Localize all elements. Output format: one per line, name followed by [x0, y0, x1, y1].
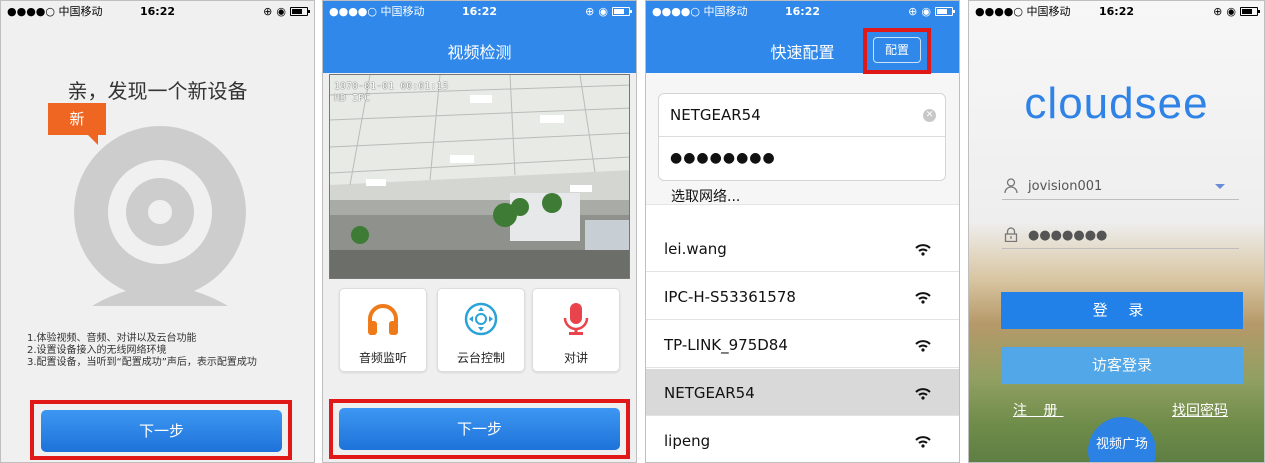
status-icons: ⊕ ◉: [1213, 4, 1260, 18]
carrier-label: ●●●●○ 中国移动: [652, 5, 748, 18]
alarm-icon: ◉: [921, 4, 931, 18]
step-1: 1.体验视频、音频、对讲以及云台功能: [27, 333, 197, 344]
lock-icon: [1004, 227, 1018, 246]
video-osd: 1970-01-01 00:01:15 HD IPC: [334, 81, 448, 105]
page-title: 视频检测: [447, 43, 512, 62]
step-3: 3.配置设备，当听到“配置成功”声后，表示配置成功: [27, 357, 257, 368]
next-button[interactable]: 下一步: [41, 410, 282, 452]
camera-illustration-icon: [74, 126, 246, 310]
app-logo: cloudsee: [1024, 79, 1209, 128]
password-field[interactable]: ●●●●●●●: [1002, 225, 1239, 249]
status-bar: ●●●●○ 中国移动 16:22 ⊕ ◉: [646, 1, 959, 21]
ssid-field[interactable]: NETGEAR54: [659, 94, 945, 137]
status-time: 16:22: [461, 4, 498, 18]
password-field[interactable]: ●●●●●●●●: [659, 137, 945, 180]
alarm-icon: ◉: [276, 4, 286, 18]
osd-label: HD IPC: [334, 93, 371, 104]
carrier-label: ●●●●○ 中国移动: [975, 5, 1071, 18]
login-screen: ●●●●○ 中国移动 16:22 ⊕ ◉ cloudsee jovision00…: [968, 0, 1265, 463]
network-item[interactable]: lipeng: [646, 417, 959, 462]
wifi-signal-icon: [915, 241, 931, 260]
ptz-control-button[interactable]: 云台控制: [437, 288, 525, 372]
wifi-signal-icon: [915, 385, 931, 404]
video-preview[interactable]: 1970-01-01 00:01:15 HD IPC: [329, 74, 630, 279]
choose-network-label: 选取网络...: [671, 189, 741, 205]
network-list[interactable]: lei.wang IPC-H-S53361578 TP-LINK_975D84 …: [646, 204, 959, 462]
alarm-icon: ◉: [1226, 4, 1236, 18]
osd-timestamp: 1970-01-01 00:01:15: [334, 81, 449, 92]
step-2: 2.设置设备接入的无线网络环境: [27, 345, 167, 356]
rotation-lock-icon: ⊕: [908, 4, 918, 18]
clear-icon[interactable]: ✕: [923, 109, 936, 122]
config-button[interactable]: 配置: [873, 37, 921, 63]
rotation-lock-icon: ⊕: [263, 4, 273, 18]
network-name: lei.wang: [664, 240, 727, 258]
audio-monitor-button[interactable]: 音频监听: [339, 288, 427, 372]
network-item[interactable]: TP-LINK_975D84: [646, 321, 959, 368]
new-device-screen: ●●●●○ 中国移动 16:22 ⊕ ◉ 亲，发现一个新设备 新 1.体验视频、…: [0, 0, 315, 463]
status-time: 16:22: [784, 4, 821, 18]
control-label: 对讲: [563, 351, 588, 365]
network-name: IPC-H-S53361578: [664, 288, 796, 306]
video-plaza-button[interactable]: 视频广场: [1088, 417, 1156, 462]
status-bar: ●●●●○ 中国移动 16:22 ⊕ ◉: [323, 1, 636, 21]
control-label: 云台控制: [456, 351, 505, 365]
rotation-lock-icon: ⊕: [1213, 4, 1223, 18]
network-item[interactable]: IPC-H-S53361578: [646, 273, 959, 320]
rotation-lock-icon: ⊕: [585, 4, 595, 18]
headphones-icon: [340, 301, 426, 341]
user-icon: [1004, 178, 1018, 197]
battery-icon: [612, 6, 632, 16]
username-value: jovision001: [1028, 179, 1103, 194]
ptz-control-icon: [438, 301, 524, 341]
username-field[interactable]: jovision001: [1002, 176, 1239, 200]
video-check-screen: 视频检测 ●●●●○ 中国移动 16:22 ⊕ ◉ 1970-01-01 00:…: [322, 0, 637, 463]
register-link[interactable]: 注 册: [1013, 400, 1063, 420]
status-bar: ●●●●○ 中国移动 16:22 ⊕ ◉: [969, 1, 1264, 21]
password-value: ●●●●●●●: [1028, 228, 1108, 243]
login-button[interactable]: 登 录: [1001, 292, 1243, 329]
new-badge: 新: [48, 103, 106, 145]
battery-icon: [1240, 6, 1260, 16]
wifi-signal-icon: [915, 289, 931, 308]
setup-steps: 1.体验视频、音频、对讲以及云台功能 2.设置设备接入的无线网络环境 3.配置设…: [27, 333, 286, 369]
wifi-signal-icon: [915, 433, 931, 452]
network-item[interactable]: lei.wang: [646, 225, 959, 272]
intercom-button[interactable]: 对讲: [532, 288, 620, 372]
forgot-password-link[interactable]: 找回密码: [1172, 400, 1228, 420]
battery-icon: [935, 6, 955, 16]
network-name: TP-LINK_975D84: [664, 336, 788, 354]
microphone-icon: [533, 301, 619, 341]
status-time: 16:22: [139, 4, 176, 18]
network-item-selected[interactable]: NETGEAR54: [646, 369, 959, 416]
wifi-signal-icon: [915, 337, 931, 356]
dropdown-arrow-icon[interactable]: [1215, 184, 1225, 189]
office-scene-image: [330, 75, 629, 278]
status-icons: ⊕ ◉: [908, 4, 955, 18]
status-bar: ●●●●○ 中国移动 16:22 ⊕ ◉: [1, 1, 314, 21]
quick-config-screen: 快速配置 ●●●●○ 中国移动 16:22 ⊕ ◉ 配置 NETGEAR54 ●…: [645, 0, 960, 463]
page-title: 亲，发现一个新设备: [67, 79, 248, 103]
guest-login-button[interactable]: 访客登录: [1001, 347, 1243, 384]
alarm-icon: ◉: [598, 4, 608, 18]
carrier-label: ●●●●○ 中国移动: [7, 5, 103, 18]
next-button[interactable]: 下一步: [339, 408, 620, 450]
status-icons: ⊕ ◉: [263, 4, 310, 18]
carrier-label: ●●●●○ 中国移动: [329, 5, 425, 18]
wifi-form: NETGEAR54 ●●●●●●●● ✕: [658, 93, 946, 181]
battery-icon: [290, 6, 310, 16]
control-label: 音频监听: [358, 351, 407, 365]
status-icons: ⊕ ◉: [585, 4, 632, 18]
status-time: 16:22: [1098, 4, 1135, 18]
network-name: NETGEAR54: [664, 384, 755, 402]
network-name: lipeng: [664, 432, 711, 450]
